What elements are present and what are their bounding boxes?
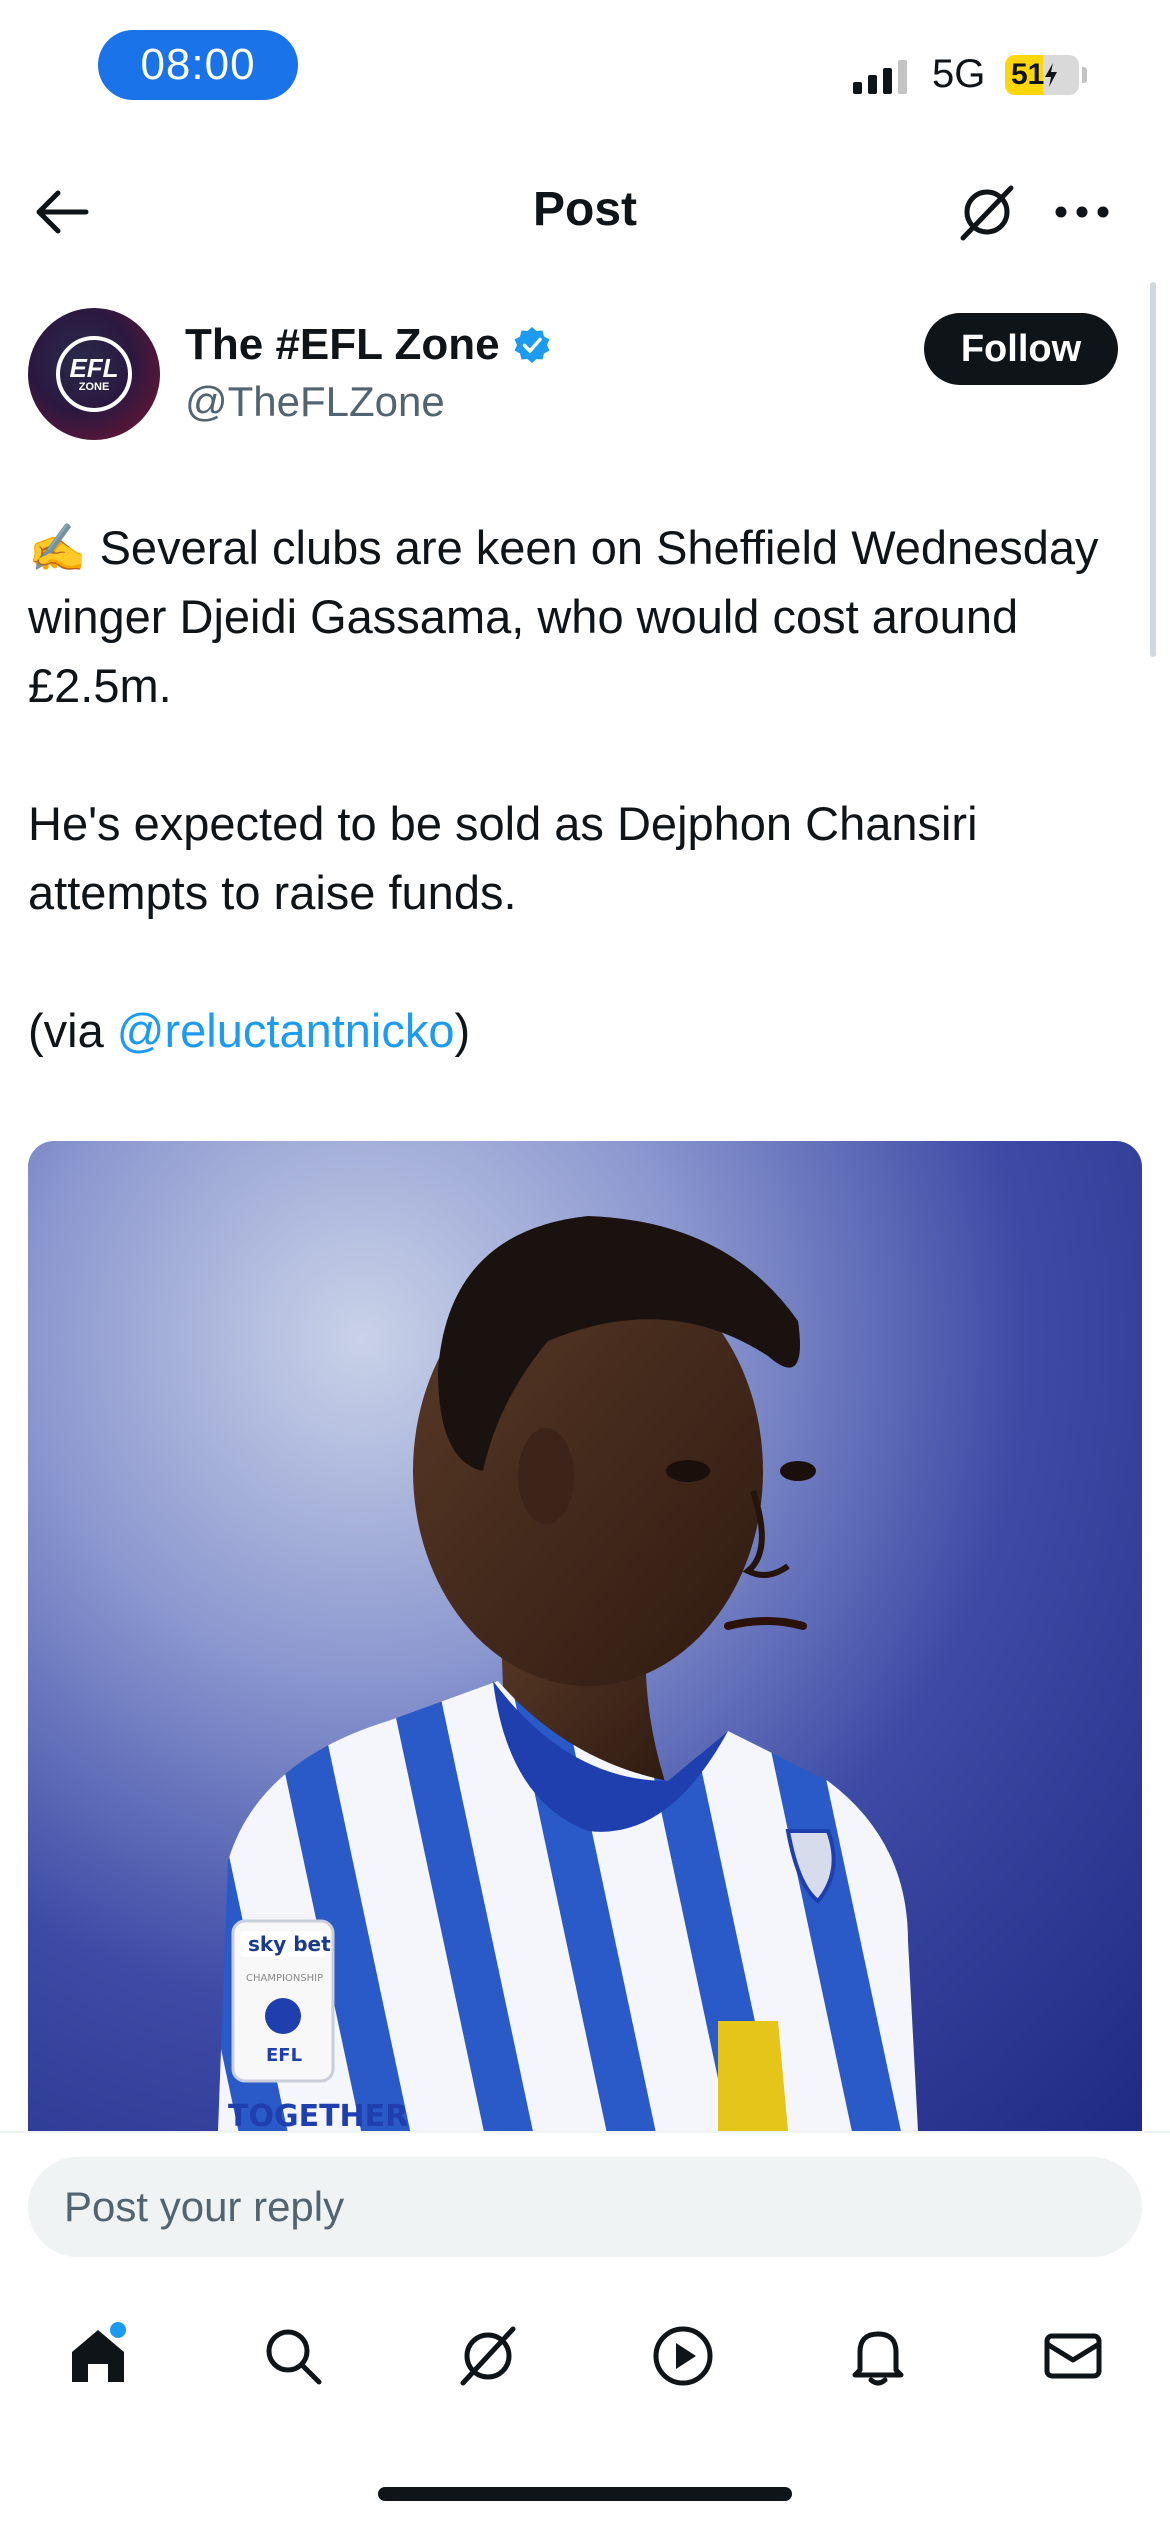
author-name-row[interactable]: The #EFL Zone [185,320,552,370]
bell-icon [852,2331,903,2386]
tab-search[interactable] [243,2306,343,2406]
more-options-button[interactable] [1050,180,1114,244]
status-time: 08:00 [98,30,298,100]
follow-button[interactable]: Follow [924,313,1118,385]
avatar-logo-text: EFL [69,353,119,383]
reply-input[interactable]: Post your reply [28,2157,1142,2257]
home-indicator[interactable] [378,2487,792,2501]
post-paragraph-1: ✍️ Several clubs are keen on Sheffield W… [28,521,1099,712]
grok-icon [460,2326,515,2386]
avatar-logo-subtext: ZONE [78,381,110,393]
bottom-tab-bar [0,2281,1170,2431]
verified-badge-icon [514,327,550,363]
tab-messages[interactable] [1023,2306,1123,2406]
patch-championship-text: CHAMPIONSHIP [246,1973,323,1984]
grok-button[interactable] [955,180,1019,244]
battery-percent: 51 [1011,58,1045,91]
patch-skybet-text: sky bet [248,1932,331,1956]
player-photo: sky bet CHAMPIONSHIP EFL TOGETHER [218,1216,918,2131]
post-paragraph-2: He's expected to be sold as Dejphon Chan… [28,797,978,919]
via-suffix: ) [454,1004,471,1057]
battery-cap [1082,67,1087,83]
post-image[interactable]: sky bet CHAMPIONSHIP EFL TOGETHER [28,1141,1142,2131]
post-text: ✍️ Several clubs are keen on Sheffield W… [28,513,1138,1065]
notification-dot [109,2322,126,2338]
author-handle[interactable]: @TheFLZone [185,378,445,426]
sleeve-text: TOGETHER [228,2099,408,2131]
efl-zone-logo: EFL ZONE [56,336,132,412]
post-paragraph-3: (via @reluctantnicko) [28,996,1138,1065]
post-header: Post [0,160,1170,260]
mail-icon [1044,2333,1101,2379]
search-icon [266,2329,321,2385]
tab-home[interactable] [48,2306,148,2406]
reply-bar: Post your reply [0,2131,1170,2281]
tab-video[interactable] [633,2306,733,2406]
author-avatar[interactable]: EFL ZONE [28,308,160,440]
status-bar: 08:00 5G 51 [0,0,1170,130]
battery-icon: 51 [1005,55,1079,95]
patch-efl-text: EFL [266,2045,302,2066]
via-prefix: (via [28,1004,117,1057]
signal-strength-icon [853,60,907,94]
network-type: 5G [932,52,986,96]
scrollbar[interactable] [1150,282,1156,657]
tab-grok[interactable] [438,2306,538,2406]
play-icon [653,2326,712,2386]
grok-icon [960,185,1014,241]
author-display-name[interactable]: The #EFL Zone [185,320,500,370]
mention-link[interactable]: @reluctantnicko [117,1004,455,1057]
more-icon [1055,206,1109,218]
tab-notifications[interactable] [828,2306,928,2406]
charging-bolt-icon [1045,63,1058,87]
